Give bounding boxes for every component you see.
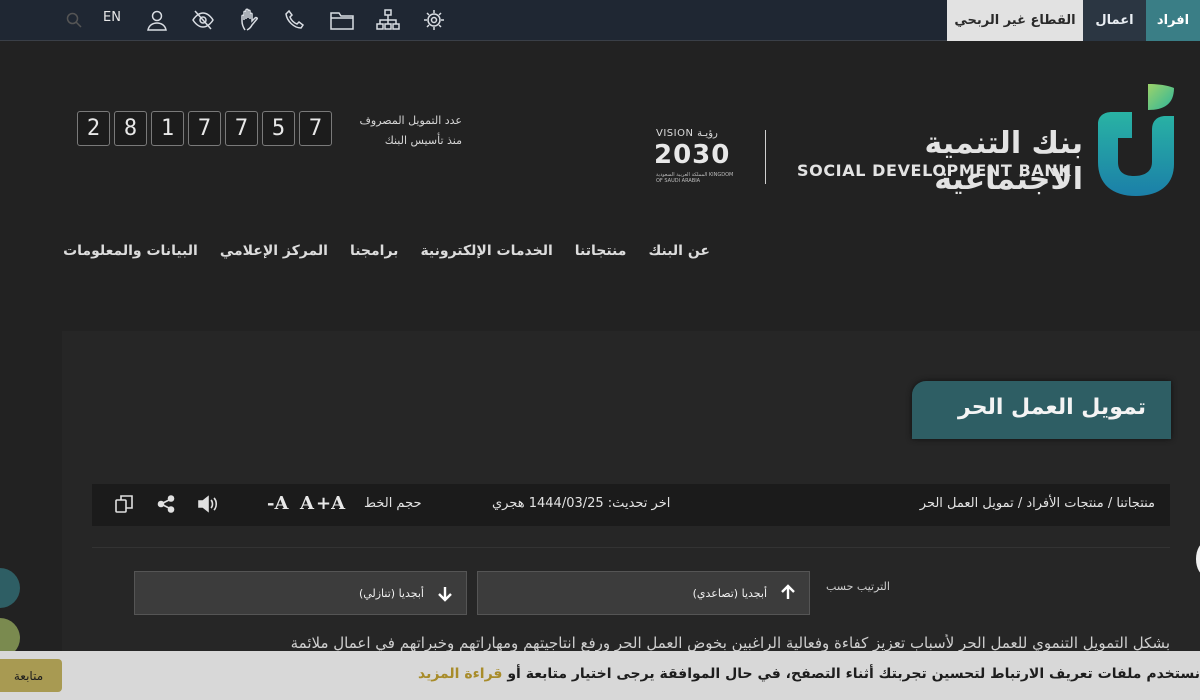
phone-icon[interactable] bbox=[281, 6, 309, 34]
font-increase-button[interactable]: +A bbox=[316, 493, 345, 514]
cookie-message: نستخدم ملفات تعريف الارتباط لتحسين تجربت… bbox=[418, 666, 1200, 682]
share-icon[interactable] bbox=[154, 492, 178, 516]
main-navigation: عن البنك منتجاتنا الخدمات الإلكترونية بر… bbox=[63, 243, 710, 265]
counter-label-line2: منذ تأسيس البنك bbox=[384, 134, 462, 147]
vision-2030-logo[interactable]: VISION رؤيـة 2030 المملكة العربية السعود… bbox=[652, 126, 738, 186]
sort-label: الترتيب حسب bbox=[826, 580, 890, 593]
bank-name-english: SOCIAL DEVELOPMENT BANK bbox=[797, 161, 1072, 180]
arrow-down-icon bbox=[438, 587, 452, 602]
cookie-text: نستخدم ملفات تعريف الارتباط لتحسين تجربت… bbox=[507, 666, 1200, 682]
counter-label-line1: عدد التمويل المصروف bbox=[359, 114, 462, 127]
vision-label: VISION رؤيـة bbox=[656, 128, 718, 139]
user-icon[interactable] bbox=[143, 6, 171, 34]
accessibility-widget-button[interactable] bbox=[0, 568, 20, 608]
tab-business[interactable]: اعمال bbox=[1083, 0, 1146, 41]
breadcrumb[interactable]: منتجاتنا / منتجات الأفراد / تمويل العمل … bbox=[920, 496, 1155, 511]
read-more-link[interactable]: قراءة المزيد bbox=[418, 666, 502, 682]
eye-slash-icon[interactable] bbox=[189, 6, 217, 34]
nav-programs[interactable]: برامجنا bbox=[350, 243, 399, 265]
page-title: تمويل العمل الحر bbox=[958, 395, 1146, 420]
nav-data-information[interactable]: البيانات والمعلومات bbox=[63, 243, 198, 265]
nav-media-center[interactable]: المركز الإعلامي bbox=[220, 243, 328, 265]
audio-icon[interactable] bbox=[196, 492, 220, 516]
tab-non-profit-sector[interactable]: القطاع غير الربحي bbox=[947, 0, 1083, 41]
nav-products[interactable]: منتجاتنا bbox=[575, 243, 627, 265]
copy-icon[interactable] bbox=[112, 492, 136, 516]
tab-individuals[interactable]: افراد bbox=[1146, 0, 1200, 41]
top-bar: EN القطاع غير الربحي اعمال افراد bbox=[0, 0, 1200, 41]
vision-number: 2030 bbox=[654, 140, 731, 170]
page-toolbar: منتجاتنا / منتجات الأفراد / تمويل العمل … bbox=[92, 484, 1170, 526]
folder-icon[interactable] bbox=[328, 6, 356, 34]
page-title-banner: تمويل العمل الحر bbox=[912, 381, 1171, 439]
counter-digit: 8 bbox=[114, 111, 147, 146]
language-switch[interactable]: EN bbox=[103, 10, 121, 25]
counter-digit: 7 bbox=[188, 111, 221, 146]
sort-descending-button[interactable]: أبجديا (تنازلي) bbox=[134, 571, 467, 615]
divider bbox=[92, 547, 1170, 548]
sort-ascending-label: أبجديا (تصاعدي) bbox=[692, 586, 767, 600]
sign-language-icon[interactable] bbox=[236, 6, 264, 34]
cookie-consent-bar: نستخدم ملفات تعريف الارتباط لتحسين تجربت… bbox=[0, 651, 1200, 700]
sort-ascending-button[interactable]: أبجديا (تصاعدي) bbox=[477, 571, 810, 615]
funding-counter: 2 8 1 7 7 5 7 bbox=[77, 111, 332, 146]
counter-digit: 7 bbox=[299, 111, 332, 146]
cookie-accept-button[interactable]: متابعة bbox=[0, 659, 62, 692]
bank-logo-icon[interactable] bbox=[1096, 82, 1176, 198]
vision-subtitle: المملكة العربية السعودية KINGDOM OF SAUD… bbox=[656, 172, 734, 184]
funding-counter-label: عدد التمويل المصروف منذ تأسيس البنك bbox=[340, 111, 462, 151]
font-size-label: حجم الخط bbox=[364, 496, 422, 511]
counter-digit: 2 bbox=[77, 111, 110, 146]
sort-descending-label: أبجديا (تنازلي) bbox=[358, 586, 424, 600]
nav-e-services[interactable]: الخدمات الإلكترونية bbox=[420, 243, 552, 265]
font-decrease-button[interactable]: -A bbox=[267, 493, 288, 514]
search-icon[interactable] bbox=[60, 6, 88, 34]
counter-digit: 1 bbox=[151, 111, 184, 146]
arrow-up-icon bbox=[781, 584, 795, 599]
last-updated: اخر تحديث: 1444/03/25 هجري bbox=[492, 496, 671, 511]
nav-about-bank[interactable]: عن البنك bbox=[648, 243, 710, 265]
header-divider bbox=[765, 130, 766, 184]
settings-icon[interactable] bbox=[420, 6, 448, 34]
sitemap-icon[interactable] bbox=[374, 6, 402, 34]
counter-digit: 7 bbox=[225, 111, 258, 146]
font-normal-button[interactable]: A bbox=[300, 493, 314, 514]
counter-digit: 5 bbox=[262, 111, 295, 146]
